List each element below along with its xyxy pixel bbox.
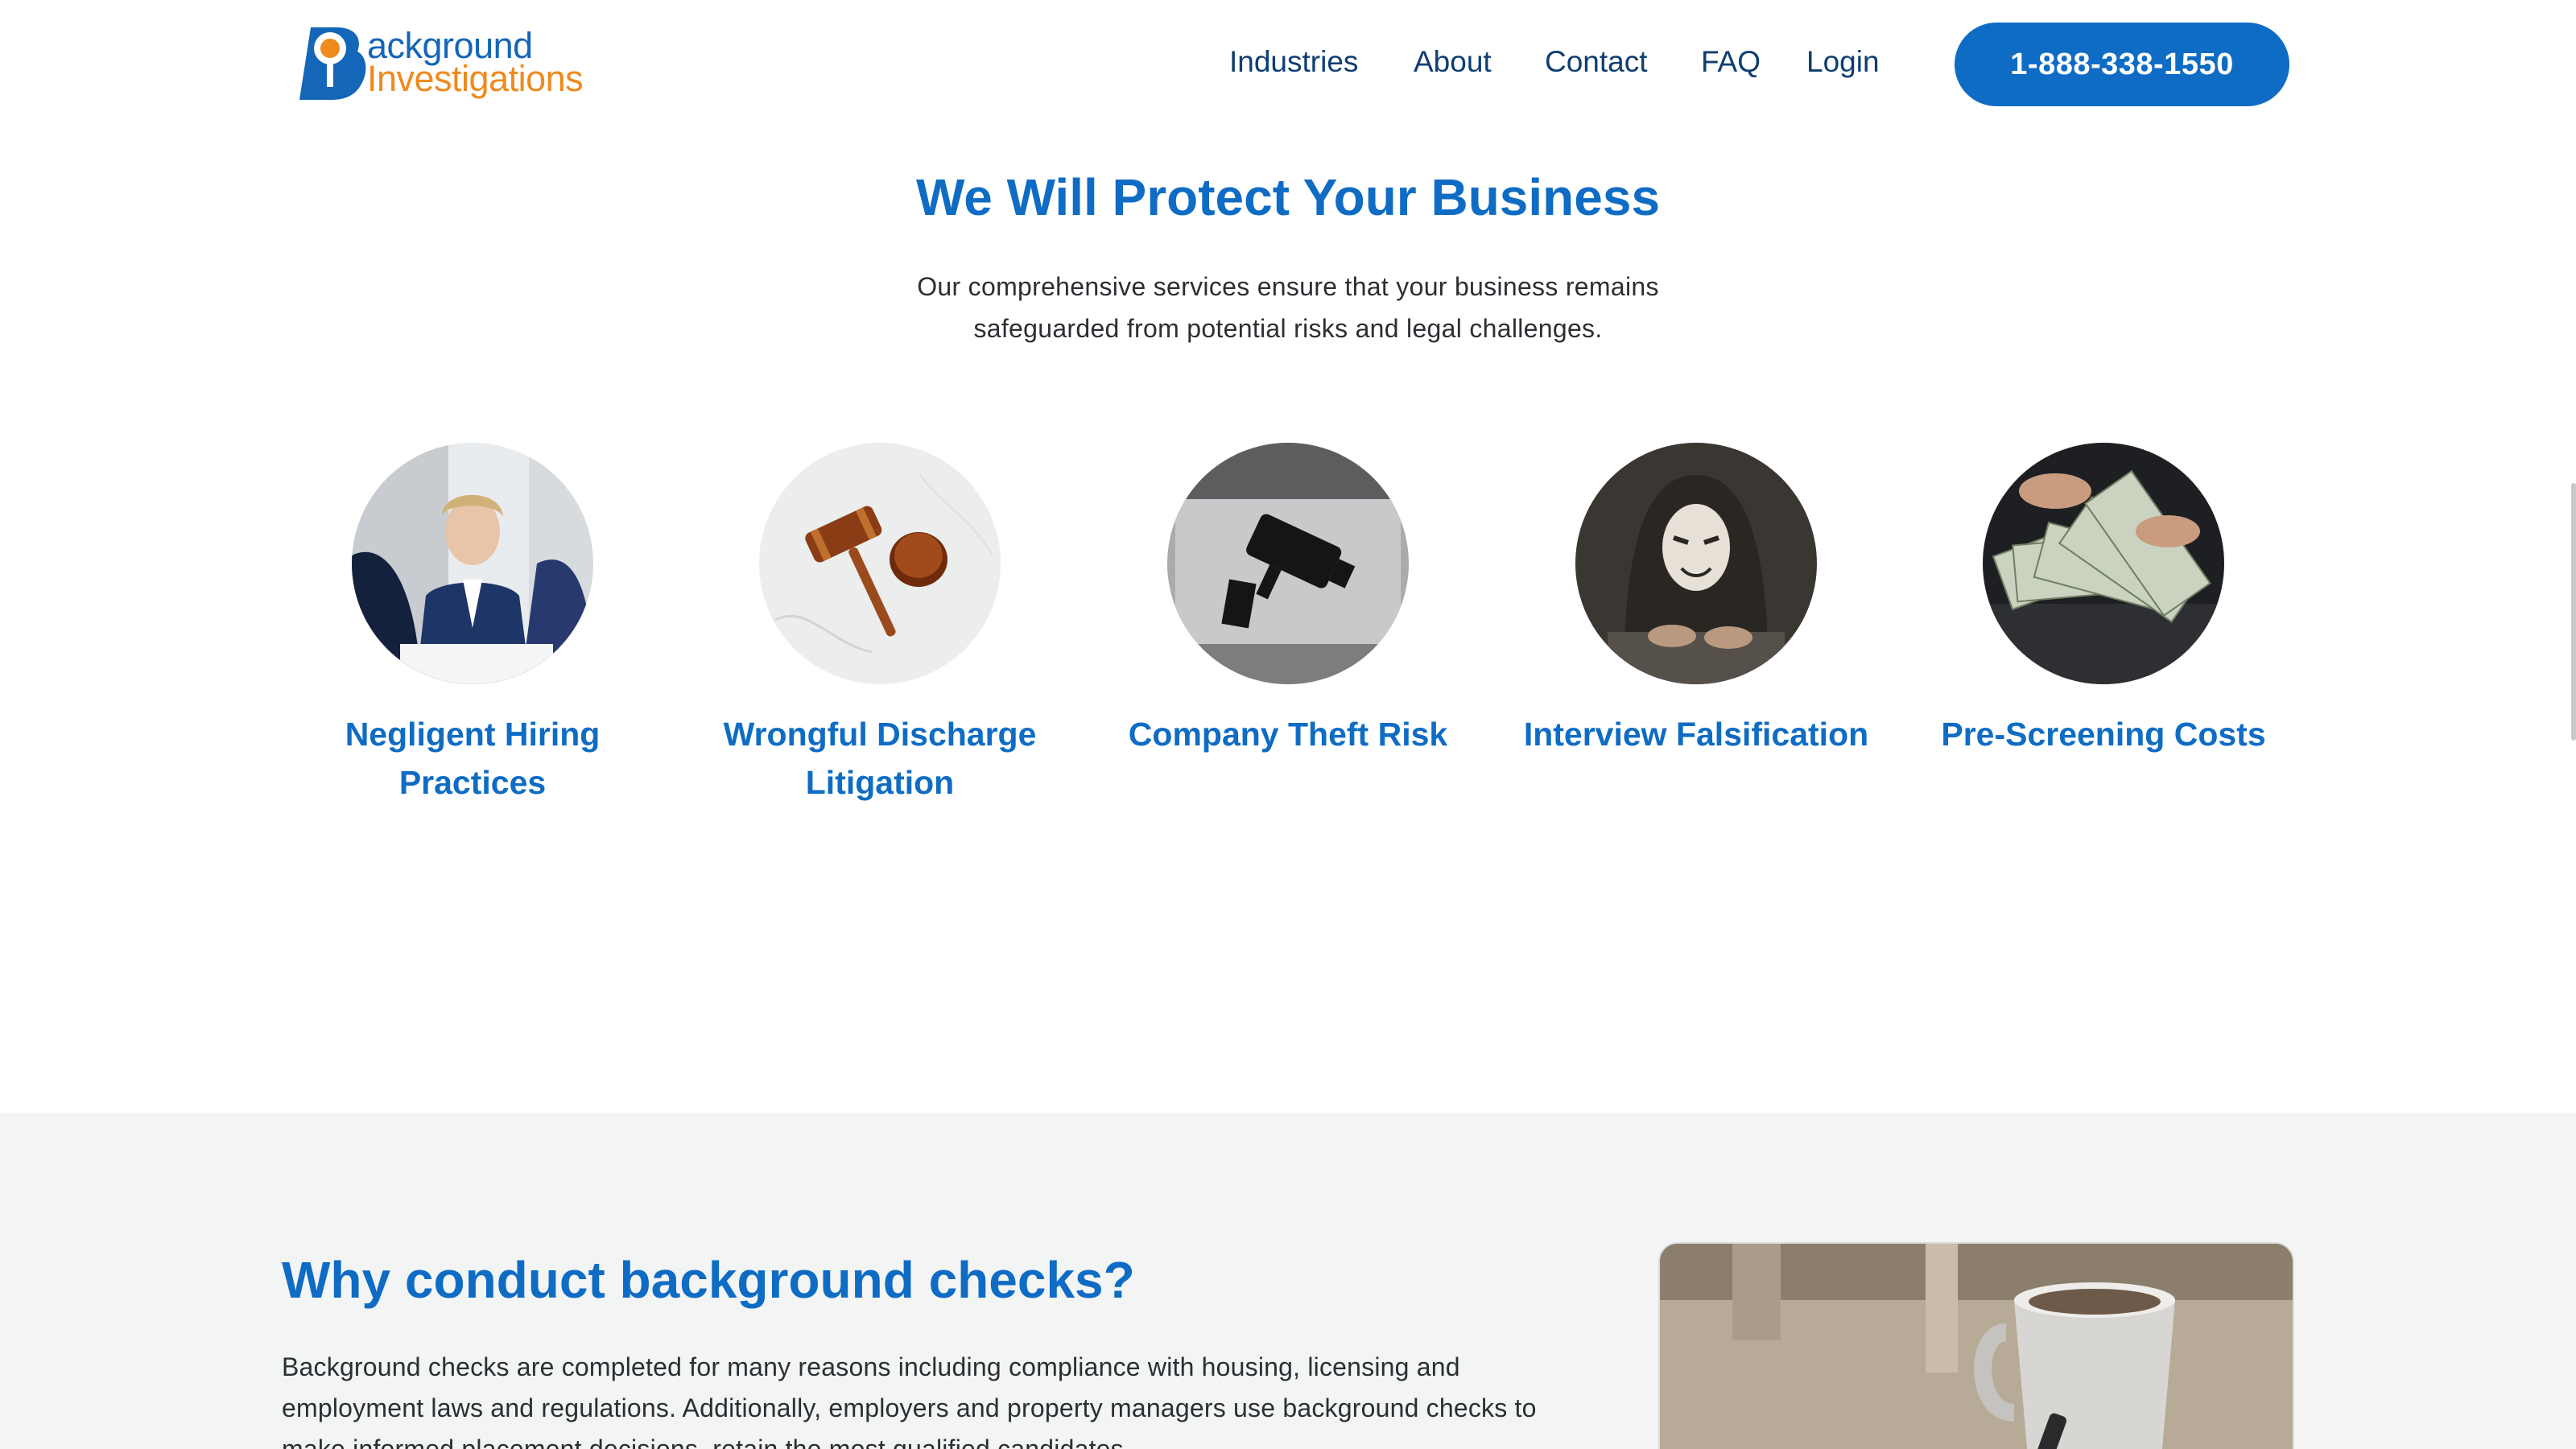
risk-card-label: Wrongful Discharge Litigation — [723, 716, 1037, 801]
protect-section-title: We Will Protect Your Business — [915, 168, 1661, 226]
risk-card-company-theft[interactable]: Company Theft Risk — [1103, 443, 1473, 758]
brand-logo-icon — [299, 27, 366, 100]
security-camera-photo — [1167, 443, 1409, 684]
masked-hacker-photo — [1575, 443, 1817, 684]
money-cash-photo — [1983, 443, 2224, 684]
risk-card-interview-falsification[interactable]: Interview Falsification — [1511, 443, 1881, 758]
nav-item-login[interactable]: Login — [1806, 45, 1880, 79]
brand-logo[interactable]: ackground Investigations — [299, 24, 605, 105]
why-section-body: Background checks are completed for many… — [282, 1352, 1537, 1449]
why-section: Why conduct background checks? Backgroun… — [0, 1113, 2576, 1449]
coffee-desk-photo — [1658, 1242, 2294, 1449]
hiring-interview-photo — [352, 443, 593, 684]
nav-item-contact[interactable]: Contact — [1545, 45, 1648, 79]
risk-card-wrongful-discharge[interactable]: Wrongful Discharge Litigation — [695, 443, 1065, 807]
nav-item-about[interactable]: About — [1414, 45, 1492, 79]
page-scrollbar-thumb[interactable] — [2571, 483, 2576, 741]
risk-card-pre-screening-costs[interactable]: Pre-Screening Costs — [1918, 443, 2289, 758]
risk-card-label: Negligent Hiring Practices — [345, 716, 601, 801]
risk-card-label: Company Theft Risk — [1128, 716, 1448, 753]
protect-section-subtitle: Our comprehensive services ensure that y… — [917, 272, 1659, 343]
nav-item-faq[interactable]: FAQ — [1701, 45, 1761, 79]
site-header: ackground Investigations Industries Abou… — [0, 0, 2576, 129]
risk-card-negligent-hiring[interactable]: Negligent Hiring Practices — [287, 443, 658, 807]
why-section-title: Why conduct background checks? — [282, 1251, 1135, 1309]
gavel-photo — [759, 443, 1001, 684]
nav-item-industries[interactable]: Industries — [1229, 45, 1358, 79]
risk-card-label: Pre-Screening Costs — [1941, 716, 2266, 753]
brand-name-line2: Investigations — [367, 58, 584, 99]
phone-call-button[interactable]: 1-888-338-1550 — [1955, 23, 2289, 106]
risk-card-label: Interview Falsification — [1523, 716, 1869, 753]
